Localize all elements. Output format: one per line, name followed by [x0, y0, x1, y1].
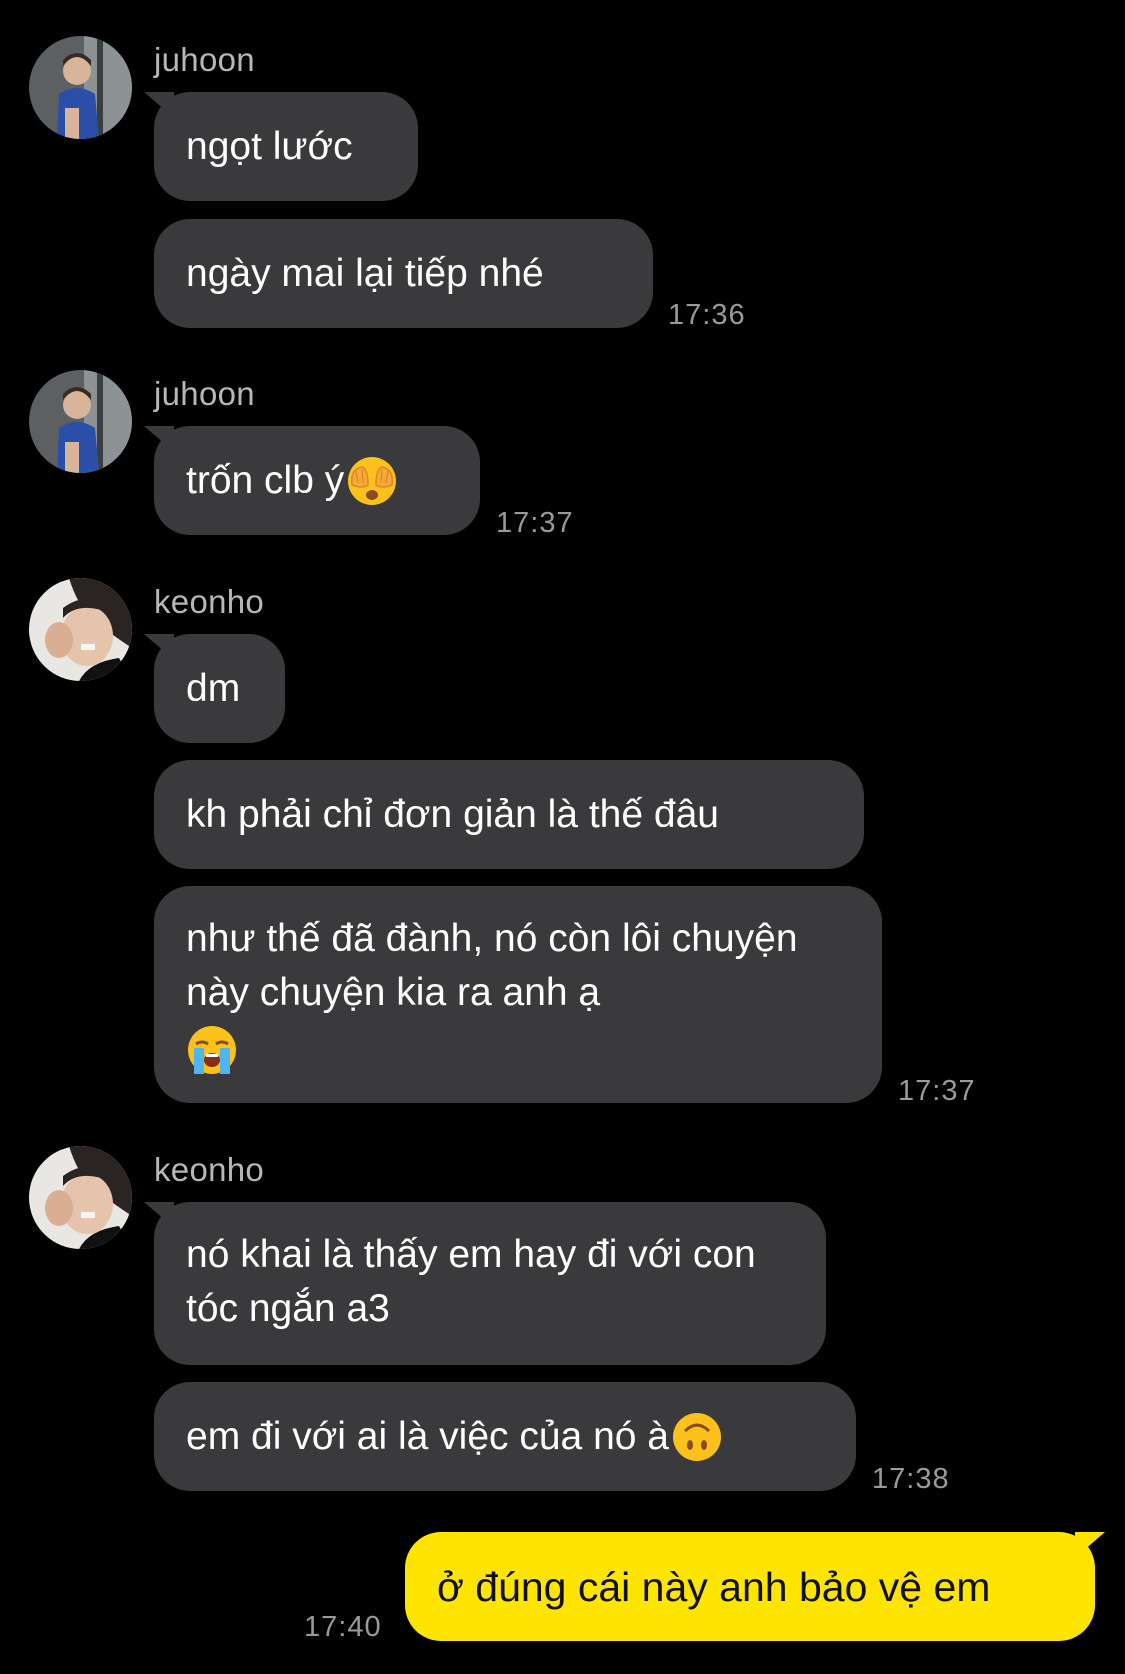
message-text: nó khai là thấy em hay đi với con tóc ng… [186, 1233, 756, 1330]
message-bubble[interactable]: ngày mai lại tiếp nhé [154, 219, 653, 328]
message-timestamp: 17:37 [496, 507, 574, 539]
message-bubble[interactable]: nó khai là thấy em hay đi với con tóc ng… [154, 1202, 826, 1365]
message-bubble[interactable]: như thế đã đành, nó còn lôi chuyện này c… [154, 886, 882, 1103]
message-bubble[interactable]: trốn clb ý [154, 426, 480, 535]
message-text: như thế đã đành, nó còn lôi chuyện này c… [186, 912, 850, 1076]
upside-down-face-icon [672, 1412, 721, 1461]
my-message-bubble[interactable]: ở đúng cái này anh bảo vệ em [405, 1532, 1095, 1641]
message-text: ở đúng cái này anh bảo vệ em [437, 1563, 991, 1610]
message-text: ngọt lước [186, 124, 353, 168]
message-bubble[interactable]: dm [154, 634, 285, 743]
sender-name: keonho [154, 583, 265, 620]
message-timestamp: 17:36 [668, 299, 746, 331]
sender-name: juhoon [154, 375, 255, 412]
message-text: dm [186, 666, 241, 710]
message-text: trốn clb ý [186, 458, 345, 502]
message-bubble[interactable]: ngọt lước [154, 92, 418, 201]
avatar-photo-icon [29, 578, 132, 681]
face-with-hands-over-eyes-icon [348, 456, 397, 505]
avatar-juhoon[interactable] [29, 36, 132, 139]
sender-name: keonho [154, 1151, 265, 1188]
message-bubble[interactable]: kh phải chỉ đơn giản là thế đâu [154, 760, 864, 869]
message-timestamp: 17:37 [898, 1075, 976, 1107]
message-timestamp: 17:40 [304, 1611, 382, 1643]
avatar-keonho[interactable] [29, 578, 132, 681]
avatar-keonho[interactable] [29, 1146, 132, 1249]
avatar-juhoon[interactable] [29, 370, 132, 473]
message-text: em đi với ai là việc của nó à [186, 1414, 669, 1458]
avatar-photo-icon [29, 1146, 132, 1249]
sender-name: juhoon [154, 41, 255, 78]
message-bubble[interactable]: em đi với ai là việc của nó à [154, 1382, 856, 1491]
loudly-crying-face-icon [188, 1025, 236, 1074]
message-timestamp: 17:38 [872, 1463, 950, 1495]
message-text: ngày mai lại tiếp nhé [186, 251, 544, 295]
avatar-photo-icon [29, 370, 132, 473]
message-text: kh phải chỉ đơn giản là thế đâu [186, 792, 719, 836]
avatar-photo-icon [29, 36, 132, 139]
